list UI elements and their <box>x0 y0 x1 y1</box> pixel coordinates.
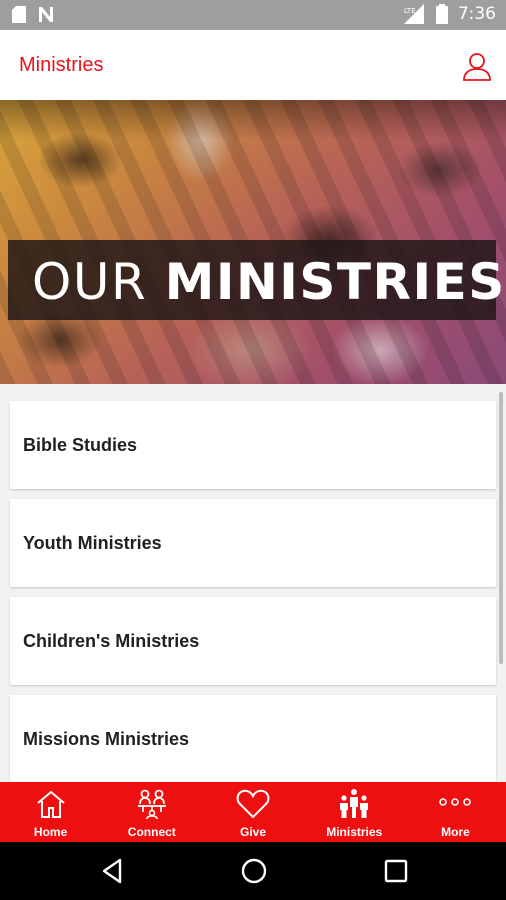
nav-item-give[interactable]: Give <box>202 782 303 842</box>
user-icon <box>463 53 491 81</box>
nav-item-connect[interactable]: Connect <box>101 782 202 842</box>
status-bar: LTE 7:36 <box>0 0 506 30</box>
more-icon <box>439 798 472 806</box>
list-item-missions-ministries[interactable]: Missions Ministries <box>10 695 496 782</box>
connect-icon <box>137 789 166 820</box>
home-circle-icon[interactable] <box>239 856 269 886</box>
battery-icon <box>435 4 448 24</box>
nav-label: Give <box>240 825 267 839</box>
hero-heading-bold: MINISTRIES <box>164 253 506 311</box>
list-item-bible-studies[interactable]: Bible Studies <box>10 401 496 489</box>
scrollbar[interactable] <box>499 392 503 664</box>
status-time: 7:36 <box>457 4 496 24</box>
user-profile-button[interactable] <box>462 50 492 82</box>
list-item-label: Bible Studies <box>23 435 138 455</box>
list-item-label: Youth Ministries <box>23 533 162 553</box>
heart-icon <box>236 789 270 819</box>
nav-label: More <box>441 825 470 839</box>
list-item-childrens-ministries[interactable]: Children's Ministries <box>10 597 496 685</box>
hero-heading: OUR MINISTRIES <box>32 253 506 311</box>
list-item-youth-ministries[interactable]: Youth Ministries <box>10 499 496 587</box>
list-item-label: Missions Ministries <box>23 729 190 749</box>
people-icon <box>340 789 369 818</box>
home-icon <box>36 790 65 818</box>
nav-label: Ministries <box>326 825 383 839</box>
list-item-label: Children's Ministries <box>23 631 200 651</box>
hero-heading-light: OUR <box>32 253 165 311</box>
signal-icon: LTE <box>403 4 424 24</box>
app-bar: Ministries <box>0 30 506 100</box>
hero-banner-image: OUR MINISTRIES <box>0 100 506 384</box>
bottom-navigation: Home Connect Give Ministries More <box>0 782 506 842</box>
network-label: LTE <box>404 7 416 15</box>
system-navigation-bar <box>0 842 506 900</box>
nav-label: Connect <box>127 825 176 839</box>
nav-item-more[interactable]: More <box>405 782 506 842</box>
back-icon[interactable] <box>98 856 128 886</box>
nav-label: Home <box>33 825 68 839</box>
page-title: Ministries <box>19 54 104 76</box>
n-notification-icon <box>39 7 53 22</box>
sd-card-icon <box>12 6 26 23</box>
recents-icon[interactable] <box>381 856 411 886</box>
nav-item-ministries[interactable]: Ministries <box>304 782 405 842</box>
ministries-list[interactable]: Bible Studies Youth Ministries Children'… <box>0 384 506 782</box>
nav-item-home[interactable]: Home <box>0 782 101 842</box>
